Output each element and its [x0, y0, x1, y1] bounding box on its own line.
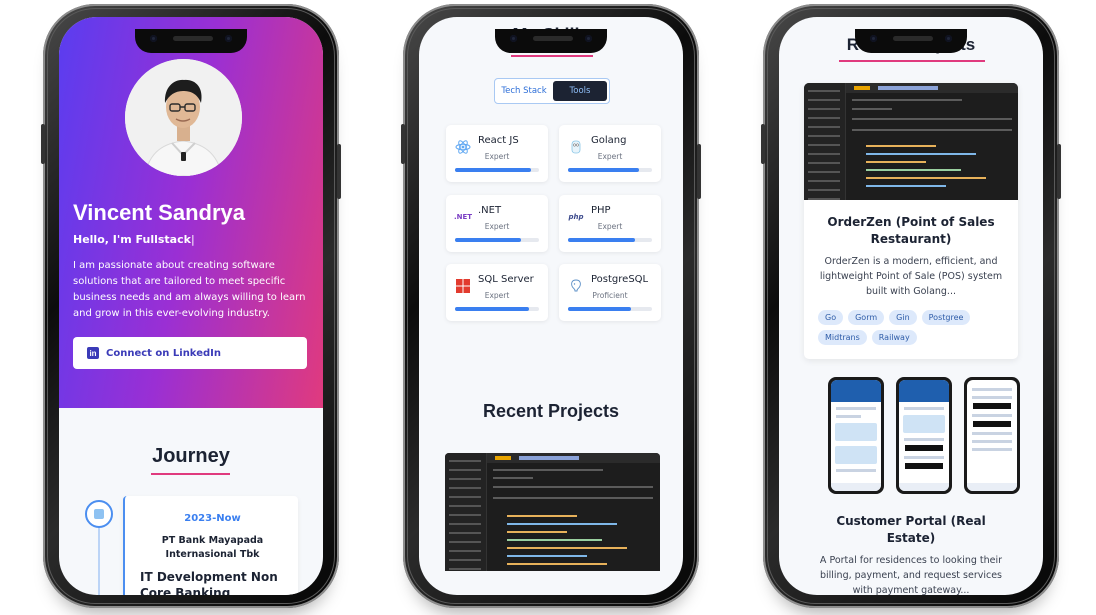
job-card: 2023-Now PT Bank Mayapada Internasional … — [123, 496, 298, 595]
journey-title: Journey — [152, 445, 230, 467]
skill-progress-fill — [455, 168, 531, 172]
skill-level: Expert — [484, 222, 510, 231]
tech-tag: Gin — [889, 310, 917, 325]
tech-tag: Postgree — [921, 310, 971, 325]
phone-mockup-skills: My Skills Tech Stack Tools React JS Expe… — [401, 4, 701, 608]
mockup-stage: Vincent Sandrya Hello, I'm Fullstack| I … — [0, 0, 1096, 615]
tech-tag: Midtrans — [818, 330, 867, 345]
power-button — [1057, 144, 1061, 199]
project-tags: Go Gorm Gin Postgree Midtrans Railway — [804, 299, 1018, 359]
project-card[interactable]: Customer Portal (Real Estate) A Portal f… — [804, 503, 1018, 595]
skills-title-underline — [511, 55, 593, 57]
project-description: A Portal for residences to looking their… — [819, 555, 1003, 595]
notch — [495, 29, 607, 53]
linkedin-button-label: Connect on LinkedIn — [106, 347, 221, 359]
volume-button — [401, 124, 405, 164]
phone-mockup-profile: Vincent Sandrya Hello, I'm Fullstack| I … — [41, 4, 341, 608]
skill-progress-bar — [455, 238, 539, 242]
project-title: Customer Portal (Real Estate) — [836, 514, 986, 545]
skill-progress-bar — [568, 168, 652, 172]
typing-cursor: | — [190, 233, 195, 246]
job-company: PT Bank Mayapada Internasional Tbk — [161, 535, 264, 560]
tech-tag: Railway — [871, 330, 917, 345]
profile-description: I am passionate about creating software … — [73, 260, 306, 319]
job-role: IT Development Non Core Banking — [140, 570, 278, 595]
skill-name: React JS — [478, 135, 519, 146]
skill-progress-bar — [568, 238, 652, 242]
skills-tab-toggle: Tech Stack Tools — [494, 78, 610, 104]
linkedin-icon: in — [87, 347, 99, 359]
tab-tools[interactable]: Tools — [553, 81, 607, 101]
skill-card: Golang Expert — [559, 125, 661, 182]
skill-progress-bar — [455, 307, 539, 311]
skill-name: PostgreSQL — [591, 274, 649, 285]
recent-projects-title: Recent Projects — [482, 401, 620, 421]
screenshot-sidebar — [445, 453, 487, 571]
volume-button — [761, 124, 765, 164]
profile-name: Vincent Sandrya — [73, 200, 245, 225]
hero-section: Vincent Sandrya Hello, I'm Fullstack| I … — [59, 17, 323, 408]
projects-title-underline — [839, 60, 985, 62]
skill-card: .NET .NET Expert — [446, 195, 548, 252]
phone-screen: Recent Projects OrderZen (P — [779, 17, 1043, 595]
skill-name: Golang — [591, 135, 627, 146]
project-card[interactable]: OrderZen (Point of Sales Restaurant) Ord… — [804, 83, 1018, 359]
project-screenshot-phones — [812, 377, 1020, 497]
project-screenshot — [445, 453, 660, 571]
avatar — [125, 59, 242, 176]
screenshot-sidebar — [804, 83, 846, 200]
tab-tech-stack[interactable]: Tech Stack — [497, 81, 551, 101]
skill-progress-fill — [568, 238, 636, 242]
skill-name: PHP — [591, 205, 611, 216]
skill-progress-fill — [568, 168, 640, 172]
notch — [855, 29, 967, 53]
tech-tag: Gorm — [848, 310, 885, 325]
skill-level: Expert — [597, 222, 623, 231]
skill-card: SQL Server Expert — [446, 264, 548, 321]
company-logo-icon — [94, 509, 104, 519]
volume-button — [41, 124, 45, 164]
journey-title-underline — [151, 473, 230, 475]
skill-progress-fill — [568, 307, 631, 311]
skill-level: Expert — [484, 291, 510, 300]
skill-level: Expert — [597, 152, 623, 161]
skill-card: php PHP Expert — [559, 195, 661, 252]
project-description: OrderZen is a modern, efficient, and lig… — [819, 256, 1003, 297]
timeline-dot — [85, 500, 113, 528]
phone-mockup-projects: Recent Projects OrderZen (P — [761, 4, 1061, 608]
skill-card: React JS Expert — [446, 125, 548, 182]
skill-level: Expert — [484, 152, 510, 161]
power-button — [337, 144, 341, 199]
skill-progress-bar — [455, 168, 539, 172]
skill-name: .NET — [478, 205, 502, 216]
subtitle-text: Hello, I'm Fullstack — [73, 233, 191, 246]
job-period: 2023-Now — [184, 513, 241, 524]
skill-level: Proficient — [592, 291, 628, 300]
phone-screen: My Skills Tech Stack Tools React JS Expe… — [419, 17, 683, 595]
tech-tag: Go — [818, 310, 844, 325]
skill-progress-fill — [455, 307, 529, 311]
skill-progress-fill — [455, 238, 521, 242]
project-title: OrderZen (Point of Sales Restaurant) — [827, 215, 995, 246]
power-button — [697, 144, 701, 199]
notch — [135, 29, 247, 53]
skill-name: SQL Server — [478, 274, 534, 285]
project-screenshot — [804, 83, 1018, 200]
phone-screen: Vincent Sandrya Hello, I'm Fullstack| I … — [59, 17, 323, 595]
typing-subtitle: Hello, I'm Fullstack| — [73, 233, 195, 246]
skill-progress-bar — [568, 307, 652, 311]
connect-linkedin-button[interactable]: in Connect on LinkedIn — [73, 337, 307, 369]
skill-card: PostgreSQL Proficient — [559, 264, 661, 321]
